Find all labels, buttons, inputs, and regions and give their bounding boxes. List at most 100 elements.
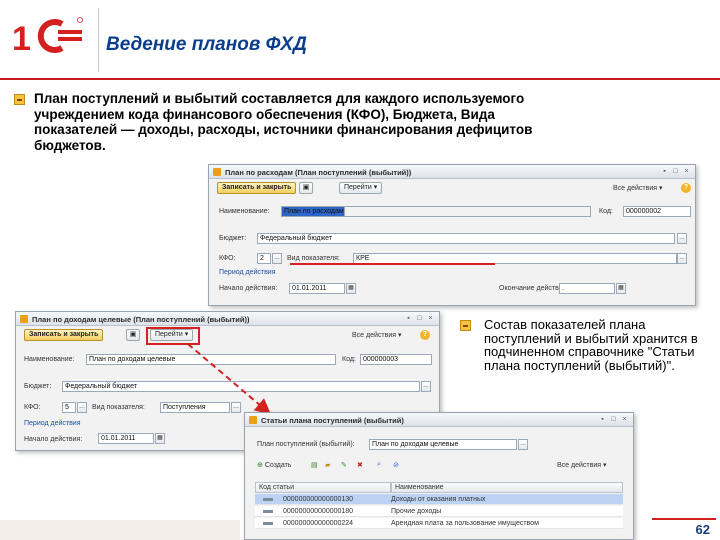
budget-label: Бюджет:	[24, 383, 52, 390]
folder-icon[interactable]: ▰	[325, 461, 330, 469]
window-close-icon[interactable]: ×	[426, 314, 435, 323]
bullet-icon	[460, 320, 471, 331]
copy-icon[interactable]: ▤	[311, 461, 318, 469]
row-icon	[263, 522, 273, 525]
code-field[interactable]: 000000002	[623, 206, 691, 217]
name-field[interactable]: План по расходам	[281, 206, 591, 217]
start-date-field[interactable]: 01.01.2011	[289, 283, 345, 294]
save-icon[interactable]: ▣	[299, 182, 313, 194]
row-icon	[263, 510, 273, 513]
kfo-field[interactable]: 5	[62, 402, 76, 413]
kfo-label: КФО:	[219, 255, 236, 262]
goto-label: Перейти	[344, 184, 372, 191]
articles-window: Статьи плана поступлений (выбытий) ▪ □ ×…	[244, 412, 634, 540]
slide-title: Ведение планов ФХД	[106, 34, 307, 55]
filter-icon[interactable]: ⊘	[393, 461, 399, 469]
delete-icon[interactable]: ✖	[357, 461, 363, 469]
table-row[interactable]: 000000000000000130 Доходы от оказания пл…	[255, 494, 623, 505]
row-code: 000000000000000180	[283, 508, 354, 515]
column-header-code[interactable]: Код статьи	[255, 482, 391, 493]
all-actions-label: Все действия	[557, 462, 602, 469]
table-row[interactable]: 000000000000000180 Прочие доходы	[255, 506, 623, 517]
expense-plan-window: План по расходам (План поступлений (выбы…	[208, 164, 696, 306]
save-close-button[interactable]: Записать и закрыть	[24, 329, 104, 341]
all-actions-menu[interactable]: Все действия ▾	[352, 331, 402, 339]
create-button[interactable]: ⊕ Создать	[257, 461, 291, 469]
window-icon	[249, 416, 257, 424]
window-icon	[20, 315, 28, 323]
window-menu-icon[interactable]: ▪	[404, 314, 413, 323]
window-icon	[213, 168, 221, 176]
form-toolbar: Записать и закрыть ▣ Перейти ▾ Все дейст…	[209, 180, 695, 196]
goto-menu-button[interactable]: Перейти ▾	[339, 182, 383, 194]
column-header-name[interactable]: Наименование	[391, 482, 623, 493]
code-label: Код:	[599, 208, 613, 215]
find-icon[interactable]: ⌕	[377, 461, 381, 469]
window-title: Статьи плана поступлений (выбытий)	[261, 416, 404, 425]
svg-text:1: 1	[12, 20, 31, 58]
code-field[interactable]: 000000003	[360, 354, 432, 365]
header-separator	[98, 8, 99, 72]
window-close-icon[interactable]: ×	[682, 167, 691, 176]
row-code: 000000000000000224	[283, 520, 354, 527]
row-icon	[263, 498, 273, 501]
window-title: План по доходам целевые (План поступлени…	[32, 315, 250, 324]
window-menu-icon[interactable]: ▪	[598, 415, 607, 424]
save-close-button[interactable]: Записать и закрыть	[217, 182, 297, 194]
indicator-pick-icon[interactable]: …	[677, 253, 687, 264]
budget-pick-icon[interactable]: …	[677, 233, 687, 244]
budget-field[interactable]: Федеральный бюджет	[257, 233, 675, 244]
all-actions-label: Все действия	[613, 185, 658, 192]
budget-pick-icon[interactable]: …	[421, 381, 431, 392]
start-label: Начало действия:	[219, 285, 278, 292]
window-title: План по расходам (План поступлений (выбы…	[225, 168, 412, 177]
create-icon: ⊕	[257, 462, 263, 469]
duration-label: Период действия	[24, 420, 81, 427]
all-actions-menu[interactable]: Все действия ▾	[557, 461, 607, 469]
window-titlebar: План по доходам целевые (План поступлени…	[16, 312, 439, 326]
end-calendar-icon[interactable]: ▦	[616, 283, 626, 294]
kfo-pick-icon[interactable]: …	[272, 253, 282, 264]
window-maximize-icon[interactable]: □	[415, 314, 424, 323]
kfo-label: КФО:	[24, 404, 41, 411]
indicator-label: Вид показателя:	[92, 404, 145, 411]
window-maximize-icon[interactable]: □	[671, 167, 680, 176]
name-label: Наименование:	[24, 356, 75, 363]
row-name: Прочие доходы	[391, 508, 442, 515]
window-close-icon[interactable]: ×	[620, 415, 629, 424]
code-label: Код:	[342, 356, 356, 363]
budget-label: Бюджет:	[219, 235, 247, 242]
plan-pick-icon[interactable]: …	[518, 439, 528, 450]
bullet-icon	[14, 94, 25, 105]
indicator-label: Вид показателя:	[287, 255, 340, 262]
kfo-field[interactable]: 2	[257, 253, 271, 264]
all-actions-menu[interactable]: Все действия ▾	[613, 184, 663, 192]
1c-logo: 1	[12, 17, 83, 58]
window-maximize-icon[interactable]: □	[609, 415, 618, 424]
bottom-strip	[0, 520, 240, 540]
duration-label: Период действия	[219, 269, 276, 276]
plan-field[interactable]: План по доходам целевые	[369, 439, 517, 450]
save-icon[interactable]: ▣	[126, 329, 140, 341]
start-date-field[interactable]: 01.01.2011	[98, 433, 154, 444]
create-label: Создать	[264, 462, 292, 469]
start-calendar-icon[interactable]: ▦	[155, 433, 165, 444]
table-row[interactable]: 000000000000000224 Арендная плата за пол…	[255, 518, 623, 529]
row-name: Арендная плата за пользование имуществом	[391, 520, 539, 527]
side-text: Состав показателей плана поступлений и в…	[484, 317, 698, 373]
page-number: 62	[652, 518, 716, 538]
edit-icon[interactable]: ✎	[341, 461, 347, 469]
window-menu-icon[interactable]: ▪	[660, 167, 669, 176]
plan-label: План поступлений (выбытий):	[257, 441, 355, 448]
start-label: Начало действия:	[24, 436, 83, 443]
row-name: Доходы от оказания платных	[391, 496, 486, 503]
help-icon[interactable]: ?	[681, 183, 691, 193]
help-icon[interactable]: ?	[420, 330, 430, 340]
kfo-pick-icon[interactable]: …	[77, 402, 87, 413]
name-label: Наименование:	[219, 208, 270, 215]
window-titlebar: Статьи плана поступлений (выбытий) ▪ □ ×	[245, 413, 633, 427]
end-date-field[interactable]: .	[559, 283, 615, 294]
start-calendar-icon[interactable]: ▦	[346, 283, 356, 294]
row-code: 000000000000000130	[283, 496, 354, 503]
indicator-underline	[290, 263, 495, 265]
